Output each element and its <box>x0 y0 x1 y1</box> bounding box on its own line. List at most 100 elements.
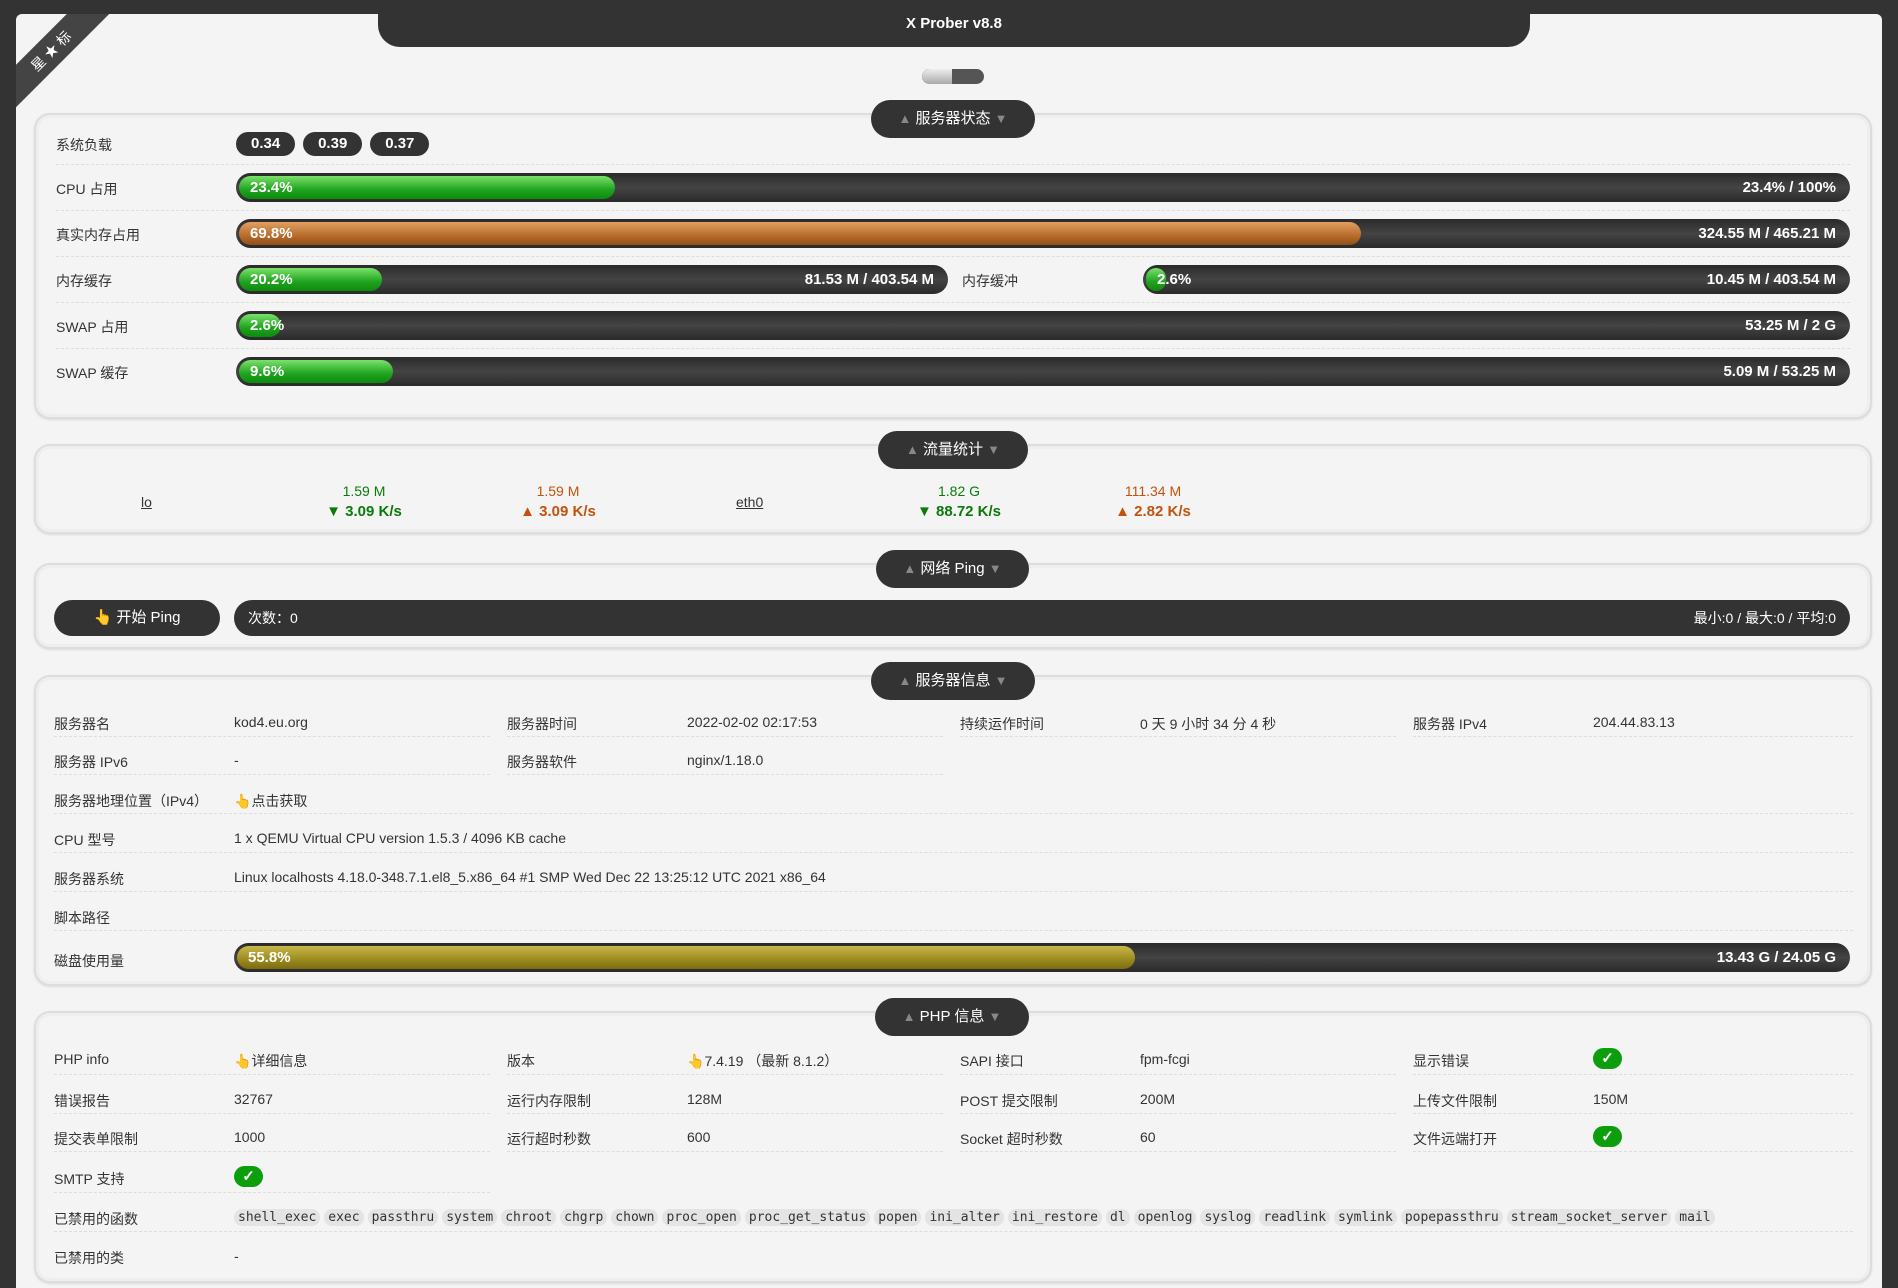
php-version-cell: 版本 👆7.4.19 （最新 8.1.2） <box>507 1045 943 1075</box>
collapse-up-icon[interactable]: ▲ <box>903 1009 916 1024</box>
ping-count: 次数：0 <box>248 610 298 626</box>
sapi-cell: SAPI 接口 fpm-fcgi <box>960 1045 1396 1075</box>
collapse-up-icon[interactable]: ▲ <box>903 561 916 576</box>
cpu-model-cell: CPU 型号 1 x QEMU Virtual CPU version 1.5.… <box>54 825 1853 853</box>
cpu-row: CPU 占用 23.4% 23.4% / 100% <box>56 165 1850 211</box>
cpu-model-value: 1 x QEMU Virtual CPU version 1.5.3 / 409… <box>234 830 567 846</box>
cpu-label: CPU 占用 <box>56 181 118 197</box>
iface-eth0-rx: 1.82 G ▼ 88.72 K/s <box>894 483 1024 520</box>
server-time-label: 服务器时间 <box>507 716 577 732</box>
ping-result-bar: 次数：0 最小:0 / 最大:0 / 平均:0 <box>234 600 1850 636</box>
ipv6-label: 服务器 IPv6 <box>54 754 128 770</box>
mem-buffer-label: 内存缓冲 <box>962 273 1018 289</box>
server-info-legend[interactable]: ▲ 服务器信息 ▼ <box>871 662 1035 700</box>
eth0-rx-total: 1.82 G <box>937 483 981 499</box>
cpu-percent: 23.4% <box>250 179 293 196</box>
mem-cache-percent: 20.2% <box>250 271 293 288</box>
collapse-down-icon[interactable]: ▼ <box>989 561 1002 576</box>
disabled-function-tag: dl <box>1105 1209 1130 1226</box>
max-exec-value: 600 <box>687 1129 711 1145</box>
cpu-bar: 23.4% 23.4% / 100% <box>236 173 1850 202</box>
disabled-function-tag: openlog <box>1133 1209 1197 1226</box>
disabled-function-tag: chroot <box>501 1209 557 1226</box>
os-cell: 服务器系统 Linux localhosts 4.18.0-348.7.1.el… <box>54 864 1853 892</box>
ipv4-cell: 服务器 IPv4 204.44.83.13 <box>1413 709 1853 737</box>
disabled-function-tag: readlink <box>1259 1209 1331 1226</box>
app-title: X Prober v8.8 <box>378 14 1530 47</box>
star-ribbon[interactable]: 星 ★ 标 <box>16 14 116 114</box>
upload-max-cell: 上传文件限制 150M <box>1413 1086 1853 1114</box>
mem-buffer-total: 10.45 M / 403.54 M <box>1706 271 1836 288</box>
disk-bar: 55.8% 13.43 G / 24.05 G <box>234 943 1850 972</box>
disabled-classes-label: 已禁用的类 <box>54 1250 124 1266</box>
collapse-up-icon[interactable]: ▲ <box>906 442 919 457</box>
collapse-up-icon[interactable]: ▲ <box>898 673 911 688</box>
toggle-knob[interactable] <box>922 69 952 84</box>
server-name-value: kod4.eu.org <box>234 714 308 730</box>
swap-total: 53.25 M / 2 G <box>1745 317 1836 334</box>
ipv6-value: - <box>234 752 239 768</box>
collapse-down-icon[interactable]: ▼ <box>995 111 1008 126</box>
display-errors-check: ✓ <box>1593 1048 1622 1069</box>
theme-toggle[interactable] <box>922 69 984 84</box>
network-legend[interactable]: ▲ 流量统计 ▼ <box>878 431 1028 469</box>
php-legend[interactable]: ▲ PHP 信息 ▼ <box>875 998 1029 1036</box>
disabled-function-tag: stream_socket_server <box>1506 1209 1672 1226</box>
php-info-link[interactable]: 👆详细信息 <box>234 1051 307 1071</box>
disk-label: 磁盘使用量 <box>54 953 124 969</box>
iface-lo-link[interactable]: lo <box>141 494 152 510</box>
upload-max-label: 上传文件限制 <box>1413 1093 1497 1109</box>
cpu-total: 23.4% / 100% <box>1742 179 1836 196</box>
mem-cache-total: 81.53 M / 403.54 M <box>804 271 934 288</box>
url-fopen-label: 文件远端打开 <box>1413 1131 1497 1147</box>
iface-lo-tx: 1.59 M ▲ 3.09 K/s <box>498 483 618 520</box>
upload-max-value: 150M <box>1593 1091 1629 1107</box>
smtp-label: SMTP 支持 <box>54 1171 125 1187</box>
mem-cache-row: 内存缓存 20.2% 81.53 M / 403.54 M 内存缓冲 2.6% … <box>56 257 1850 303</box>
geo-fetch-link[interactable]: 👆点击获取 <box>234 791 307 811</box>
disabled-functions-label: 已禁用的函数 <box>54 1211 138 1227</box>
load-15: 0.37 <box>370 132 430 156</box>
iface-eth0-link[interactable]: eth0 <box>736 494 763 510</box>
mem-buffer-percent: 2.6% <box>1157 271 1192 288</box>
star-ribbon-label[interactable]: 星 ★ 标 <box>16 14 115 114</box>
swap-label: SWAP 占用 <box>56 319 129 335</box>
ping-legend[interactable]: ▲ 网络 Ping ▼ <box>876 550 1029 588</box>
url-fopen-cell: 文件远端打开 ✓ <box>1413 1124 1853 1152</box>
error-reporting-value: 32767 <box>234 1091 273 1107</box>
collapse-down-icon[interactable]: ▼ <box>995 673 1008 688</box>
software-cell: 服务器软件 nginx/1.18.0 <box>507 747 943 775</box>
cpu-model-label: CPU 型号 <box>54 832 116 848</box>
disabled-classes-value: - <box>234 1248 239 1264</box>
disabled-function-tag: exec <box>324 1209 364 1226</box>
hand-pointer-icon: 👆 <box>93 609 113 626</box>
load-values: 0.34 0.39 0.37 <box>236 132 433 156</box>
disabled-function-tag: mail <box>1675 1209 1715 1226</box>
collapse-down-icon[interactable]: ▼ <box>987 442 1000 457</box>
collapse-up-icon[interactable]: ▲ <box>898 111 911 126</box>
server-status-legend[interactable]: ▲ 服务器状态 ▼ <box>871 100 1035 138</box>
swap-cache-total: 5.09 M / 53.25 M <box>1723 363 1836 380</box>
max-input-value: 1000 <box>234 1129 266 1145</box>
software-label: 服务器软件 <box>507 754 577 770</box>
os-value: Linux localhosts 4.18.0-348.7.1.el8_5.x8… <box>234 869 826 885</box>
real-mem-bar: 69.8% 324.55 M / 465.21 M <box>236 219 1850 248</box>
collapse-down-icon[interactable]: ▼ <box>989 1009 1002 1024</box>
error-reporting-label: 错误报告 <box>54 1093 110 1109</box>
lo-tx-total: 1.59 M <box>536 483 580 499</box>
php-version-link[interactable]: 👆7.4.19 （最新 8.1.2） <box>687 1051 838 1071</box>
smtp-cell: SMTP 支持 ✓ <box>54 1163 490 1193</box>
check-icon: ✓ <box>234 1166 263 1187</box>
geo-label: 服务器地理位置（IPv4） <box>54 793 209 809</box>
disk-total: 13.43 G / 24.05 G <box>1716 949 1836 966</box>
real-mem-row: 真实内存占用 69.8% 324.55 M / 465.21 M <box>56 211 1850 257</box>
software-value: nginx/1.18.0 <box>687 752 764 768</box>
disabled-functions-cell: 已禁用的函数 shell_exec exec passthru system chroo… <box>54 1204 1853 1232</box>
server-status-card: 系统负载 0.34 0.39 0.37 CPU 占用 23.4% 23.4% /… <box>34 113 1872 419</box>
disabled-function-tag: ini_restore <box>1007 1209 1102 1226</box>
start-ping-button[interactable]: 👆 开始 Ping <box>54 600 220 636</box>
load-5: 0.39 <box>303 132 363 156</box>
swap-bar: 2.6% 53.25 M / 2 G <box>236 311 1850 340</box>
sapi-value: fpm-fcgi <box>1140 1051 1190 1067</box>
iface-lo-rx: 1.59 M ▼ 3.09 K/s <box>304 483 424 520</box>
